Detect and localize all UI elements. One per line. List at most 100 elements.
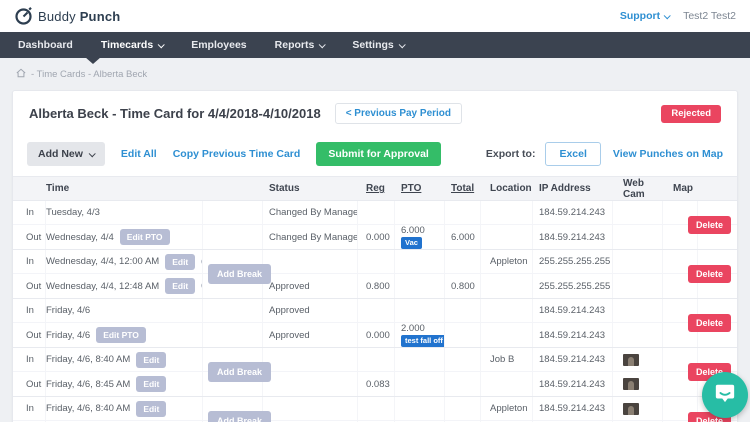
total-hours bbox=[445, 323, 481, 347]
edit-button[interactable]: Edit bbox=[136, 376, 166, 392]
punch-direction: Out bbox=[13, 323, 46, 347]
home-icon[interactable] bbox=[16, 68, 26, 81]
clock-logo-icon bbox=[14, 6, 34, 26]
pto-hours: 6.000 bbox=[401, 225, 425, 236]
punch-time-cell: Friday, 4/6, 8:40 AM Edit bbox=[46, 348, 203, 371]
pto-cell bbox=[395, 348, 445, 371]
punch-time: Friday, 4/6, 8:40 AM bbox=[46, 403, 130, 414]
webcam-thumbnail[interactable] bbox=[623, 354, 639, 366]
punch-time: Friday, 4/6 bbox=[46, 330, 90, 341]
location-cell bbox=[481, 274, 533, 298]
webcam-thumbnail[interactable] bbox=[623, 403, 639, 415]
export-excel-button[interactable]: Excel bbox=[545, 142, 600, 166]
ip-address: 184.59.214.243 bbox=[533, 225, 613, 249]
reg-hours bbox=[358, 250, 395, 273]
nav-item-reports[interactable]: Reports bbox=[261, 32, 339, 58]
reg-hours: 0.083 bbox=[358, 372, 395, 396]
col-header-total[interactable]: Total bbox=[445, 183, 481, 194]
previous-pay-period-button[interactable]: < Previous Pay Period bbox=[335, 103, 462, 124]
add-new-button[interactable]: Add New bbox=[27, 142, 105, 166]
pto-cell: 6.000 Vac bbox=[395, 225, 445, 249]
ip-address: 184.59.214.243 bbox=[533, 201, 613, 224]
table-row: In Friday, 4/6 Approved 184.59.214.243 bbox=[13, 299, 737, 323]
col-header-reg[interactable]: Reg bbox=[358, 183, 395, 194]
total-hours bbox=[445, 299, 481, 322]
table-row: In Friday, 4/6, 8:40 AM Edit Appleton 18… bbox=[13, 397, 737, 421]
status-cell: Changed By Manager bbox=[263, 225, 358, 249]
add-break-button[interactable]: Add Break bbox=[208, 362, 271, 382]
punch-time: Wednesday, 4/4 bbox=[46, 232, 114, 243]
nav-item-timecards[interactable]: Timecards bbox=[87, 32, 177, 58]
reg-hours: 0.000 bbox=[358, 323, 395, 347]
edit-button[interactable]: Edit bbox=[165, 254, 195, 270]
ip-address: 184.59.214.243 bbox=[533, 397, 613, 420]
webcam-cell bbox=[613, 274, 663, 298]
location-cell: Appleton bbox=[481, 397, 533, 420]
buddy-punch-logo[interactable]: Buddy Punch bbox=[14, 6, 120, 26]
total-hours: 6.000 bbox=[445, 225, 481, 249]
support-menu[interactable]: Support bbox=[620, 10, 669, 22]
punch-direction: Out bbox=[13, 372, 46, 396]
col-header-time: Time bbox=[46, 183, 203, 194]
punch-direction: Out bbox=[13, 274, 46, 298]
location-cell: Appleton bbox=[481, 250, 533, 273]
punch-pair-group: In Friday, 4/6 Approved 184.59.214.243 O… bbox=[13, 299, 737, 348]
user-name[interactable]: Test2 Test2 bbox=[683, 10, 736, 22]
reg-hours bbox=[358, 201, 395, 224]
status-cell: Approved bbox=[263, 299, 358, 322]
nav-item-settings[interactable]: Settings bbox=[338, 32, 417, 58]
status-cell: Changed By Manager bbox=[263, 201, 358, 224]
ip-address: 184.59.214.243 bbox=[533, 323, 613, 347]
submit-for-approval-button[interactable]: Submit for Approval bbox=[316, 142, 441, 166]
nav-item-employees[interactable]: Employees bbox=[177, 32, 260, 58]
punch-direction: Out bbox=[13, 225, 46, 249]
edit-pto-button[interactable]: Edit PTO bbox=[96, 327, 146, 343]
status-cell bbox=[263, 250, 358, 273]
status-cell bbox=[263, 348, 358, 371]
delete-button[interactable]: Delete bbox=[688, 216, 731, 234]
punch-pair-group: In Friday, 4/6, 8:40 AM Edit Job B 184.5… bbox=[13, 348, 737, 397]
chevron-down-icon bbox=[319, 41, 326, 48]
punch-pair-group: In Wednesday, 4/4, 12:00 AM Edit Appleto… bbox=[13, 250, 737, 299]
delete-button[interactable]: Delete bbox=[688, 265, 731, 283]
chat-widget-button[interactable] bbox=[702, 372, 748, 418]
edit-button[interactable]: Edit bbox=[136, 352, 166, 368]
active-tab-notch bbox=[85, 57, 101, 64]
main-nav: Dashboard Timecards Employees Reports Se… bbox=[0, 32, 750, 58]
pto-cell bbox=[395, 397, 445, 420]
copy-previous-time-card-link[interactable]: Copy Previous Time Card bbox=[173, 148, 301, 160]
col-header-status: Status bbox=[263, 183, 358, 194]
chevron-down-icon bbox=[89, 150, 96, 157]
webcam-thumbnail[interactable] bbox=[623, 378, 639, 390]
pto-hours: 2.000 bbox=[401, 323, 425, 334]
toolbar: Add New Edit All Copy Previous Time Card… bbox=[13, 136, 737, 176]
punch-direction: In bbox=[13, 348, 46, 371]
export-to-label: Export to: bbox=[486, 148, 536, 160]
edit-button[interactable]: Edit bbox=[165, 278, 195, 294]
pto-cell bbox=[395, 201, 445, 224]
punch-direction: In bbox=[13, 201, 46, 224]
add-break-button[interactable]: Add Break bbox=[208, 411, 271, 422]
punch-time-cell: Friday, 4/6, 8:40 AM Edit bbox=[46, 397, 203, 420]
webcam-cell bbox=[613, 299, 663, 322]
punch-pair-group: In Tuesday, 4/3 Changed By Manager 184.5… bbox=[13, 201, 737, 250]
edit-pto-button[interactable]: Edit PTO bbox=[120, 229, 170, 245]
nav-item-dashboard[interactable]: Dashboard bbox=[4, 32, 87, 58]
add-break-button[interactable]: Add Break bbox=[208, 264, 271, 284]
ip-address: 184.59.214.243 bbox=[533, 348, 613, 371]
edit-button[interactable]: Edit bbox=[136, 401, 166, 417]
reg-hours: 0.800 bbox=[358, 274, 395, 298]
nav-item-label: Reports bbox=[275, 39, 315, 51]
status-cell: Approved bbox=[263, 274, 358, 298]
delete-button[interactable]: Delete bbox=[688, 314, 731, 332]
status-badge: Rejected bbox=[661, 105, 721, 123]
webcam-cell bbox=[613, 348, 663, 371]
edit-all-link[interactable]: Edit All bbox=[121, 148, 157, 160]
view-punches-on-map-link[interactable]: View Punches on Map bbox=[613, 148, 723, 160]
add-new-label: Add New bbox=[38, 148, 83, 160]
col-header-pto[interactable]: PTO bbox=[395, 183, 445, 194]
chat-bubble-icon bbox=[714, 382, 736, 409]
punch-time-cell: Friday, 4/6, 8:45 AM Edit bbox=[46, 372, 203, 396]
table-row: Out Friday, 4/6, 8:45 AM Edit 0.083 184.… bbox=[13, 372, 737, 396]
total-hours bbox=[445, 201, 481, 224]
